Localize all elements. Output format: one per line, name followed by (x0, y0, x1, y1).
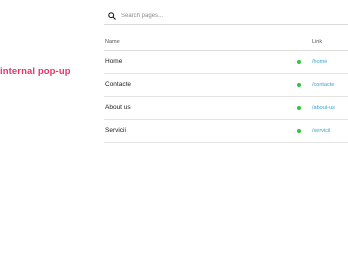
page-name: Contacte (105, 81, 132, 88)
status-dot-icon (297, 129, 301, 133)
table-row[interactable]: Servicii /servicii (104, 120, 348, 143)
page-link[interactable]: /home (312, 59, 327, 65)
table-row[interactable]: Home /home (104, 51, 348, 74)
table-row[interactable]: Contacte /contacte (104, 74, 348, 97)
search-icon (107, 11, 117, 21)
page-name: Home (105, 58, 123, 65)
search-input[interactable] (121, 13, 321, 19)
pages-table: Name Link Home /home Contacte /contacte … (104, 33, 348, 143)
page-link[interactable]: /about-us (312, 105, 335, 111)
internal-popup-label: internal pop-up (0, 66, 71, 77)
status-dot-icon (297, 106, 301, 110)
page-link[interactable]: /contacte (312, 82, 334, 88)
column-header-name: Name (105, 39, 120, 45)
search-bar[interactable] (104, 8, 348, 25)
page-link[interactable]: /servicii (312, 128, 330, 134)
table-header: Name Link (104, 33, 348, 51)
page: internal pop-up Name Link Home /home Con… (0, 0, 348, 268)
status-dot-icon (297, 60, 301, 64)
page-name: About us (105, 104, 131, 111)
table-row[interactable]: About us /about-us (104, 97, 348, 120)
status-dot-icon (297, 83, 301, 87)
column-header-link: Link (312, 39, 323, 45)
page-name: Servicii (105, 127, 126, 134)
